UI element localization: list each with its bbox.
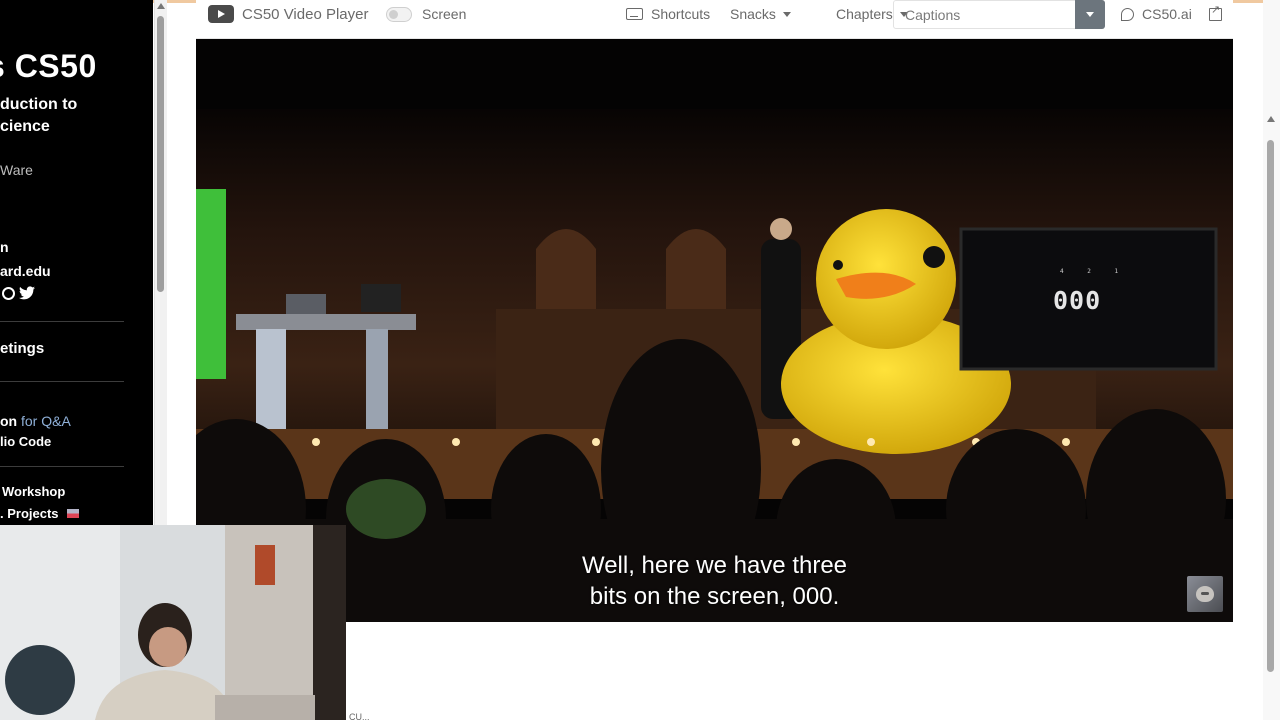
shortcuts-button[interactable]: Shortcuts — [626, 0, 710, 28]
shortcuts-label: Shortcuts — [651, 6, 711, 22]
social-links — [2, 286, 35, 300]
bit-place-labels: 4 2 1 — [1060, 268, 1129, 275]
keyboard-icon — [626, 8, 643, 20]
captions-select[interactable]: Captions — [893, 0, 1105, 29]
page-scroll-up-icon[interactable] — [1267, 116, 1275, 122]
snacks-dropdown[interactable]: Snacks — [730, 0, 791, 28]
sidebar-divider — [0, 381, 124, 382]
chair — [5, 645, 75, 715]
person-face — [149, 627, 187, 667]
laptop-2 — [361, 284, 401, 312]
cs50ai-label: CS50.ai — [1142, 6, 1192, 22]
screen-toggle[interactable]: Screen — [386, 0, 466, 28]
cat-avatar-icon[interactable] — [1187, 576, 1223, 612]
sidebar-scrollbar[interactable] — [154, 0, 167, 525]
page-scrollbar[interactable] — [1263, 0, 1280, 720]
sidebar-divider — [0, 321, 124, 322]
qa-suffix: for Q&A — [17, 413, 71, 429]
wall-picture — [255, 545, 275, 585]
laptop — [286, 294, 326, 314]
chapters-label: Chapters — [836, 6, 893, 22]
page-scroll-thumb[interactable] — [1267, 140, 1274, 672]
sidebar-divider — [0, 466, 124, 467]
sidebar-item-projects[interactable]: . Projects — [0, 506, 79, 521]
external-link-button[interactable] — [1209, 0, 1222, 28]
instructor-link[interactable]: n — [0, 239, 9, 255]
arch-left — [536, 229, 596, 309]
flag-icon — [66, 509, 79, 518]
cs50ai-link[interactable]: CS50.ai — [1121, 0, 1192, 28]
video-frame[interactable]: 4 2 1 000 Well, here we have three bits … — [196, 39, 1233, 622]
scroll-up-arrow-icon[interactable] — [157, 3, 165, 9]
webcam-overlay — [0, 525, 346, 720]
video-player-toolbar: CS50 Video Player Screen Shortcuts Snack… — [196, 0, 1233, 39]
sidebar-item-meetings[interactable]: etings — [0, 340, 44, 357]
desk-leg-left — [256, 329, 286, 439]
player-title: CS50 Video Player — [208, 0, 368, 28]
video-subtitles: Well, here we have three bits on the scr… — [196, 550, 1233, 612]
ceiling-dark — [196, 39, 1233, 109]
player-title-text: CS50 Video Player — [242, 5, 369, 23]
screen-toggle-switch[interactable] — [386, 6, 412, 22]
projects-label: . Projects — [0, 506, 59, 521]
desk-edge — [215, 695, 315, 720]
bottom-stray-text: CU... — [349, 712, 370, 722]
twitter-icon[interactable] — [19, 286, 35, 300]
arch-right — [666, 229, 726, 309]
audience-green-shirt — [346, 479, 426, 539]
external-link-icon — [1209, 3, 1222, 21]
lecturer-head — [770, 218, 792, 240]
snacks-label: Snacks — [730, 6, 776, 22]
instructor-name: Ware — [0, 162, 33, 178]
bits-display: 000 — [1053, 286, 1102, 315]
threads-icon[interactable] — [2, 286, 15, 300]
webcam-feed — [0, 525, 346, 720]
course-subtitle-line1: duction to — [0, 96, 78, 113]
cs50ai-icon — [1121, 7, 1134, 21]
lecture-scene — [196, 39, 1233, 622]
captions-dropdown-icon — [1086, 12, 1094, 17]
snacks-caret-icon — [782, 11, 791, 17]
sidebar-scroll-thumb[interactable] — [157, 16, 164, 292]
screen-toggle-label: Screen — [422, 6, 467, 22]
qa-prefix: on — [0, 413, 18, 429]
captions-dropdown-button[interactable] — [1075, 0, 1105, 29]
course-sidebar: s CS50 duction to cience Ware n ard.edu … — [0, 0, 153, 525]
sidebar-item-qa[interactable]: on for Q&A — [0, 413, 71, 429]
sidebar-item-vscode[interactable]: lio Code — [0, 434, 51, 449]
youtube-icon — [208, 5, 234, 23]
sidebar-item-workshop[interactable]: Workshop — [2, 484, 65, 499]
captions-value: Captions — [905, 6, 961, 23]
green-screen — [196, 189, 226, 379]
desk-leg-right — [366, 329, 388, 439]
door — [313, 525, 346, 720]
email-link[interactable]: ard.edu — [0, 263, 51, 279]
subtitle-line-2: bits on the screen, 000. — [589, 583, 840, 610]
subtitle-line-1: Well, here we have three — [581, 552, 848, 579]
duck-eye-right — [833, 260, 843, 270]
duck-eye — [923, 246, 945, 268]
course-subtitle-line2: cience — [0, 118, 50, 135]
course-title: s CS50 — [0, 48, 97, 84]
desk — [236, 314, 416, 330]
